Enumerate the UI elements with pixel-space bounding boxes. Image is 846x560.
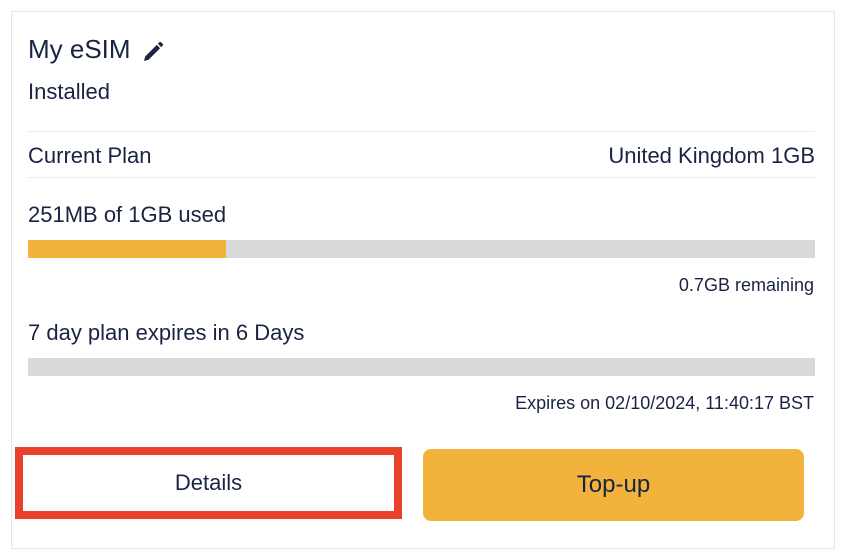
data-usage-label: 251MB of 1GB used bbox=[28, 202, 227, 227]
divider bbox=[28, 177, 815, 178]
divider bbox=[28, 131, 815, 132]
plan-expiry-bar bbox=[28, 358, 815, 376]
plan-expiry-label: 7 day plan expires in 6 Days bbox=[28, 320, 305, 345]
pencil-icon[interactable] bbox=[141, 40, 165, 64]
data-usage-bar-fill bbox=[28, 240, 226, 258]
data-usage-bar bbox=[28, 240, 815, 258]
esim-name: My eSIM bbox=[28, 34, 131, 64]
title-row: My eSIM bbox=[28, 34, 165, 65]
current-plan-label: Current Plan bbox=[28, 143, 152, 168]
top-up-button-label: Top-up bbox=[576, 471, 651, 498]
data-remaining-text: 0.7GB remaining bbox=[678, 275, 814, 295]
details-button-label: Details bbox=[174, 470, 243, 495]
current-plan-row: Current Plan United Kingdom 1GB bbox=[28, 143, 815, 169]
esim-status: Installed bbox=[28, 79, 110, 104]
current-plan-value: United Kingdom 1GB bbox=[608, 143, 815, 168]
top-up-button[interactable]: Top-up bbox=[423, 449, 804, 521]
details-button[interactable]: Details bbox=[15, 447, 402, 519]
plan-expiry-date: Expires on 02/10/2024, 11:40:17 BST bbox=[515, 393, 814, 413]
